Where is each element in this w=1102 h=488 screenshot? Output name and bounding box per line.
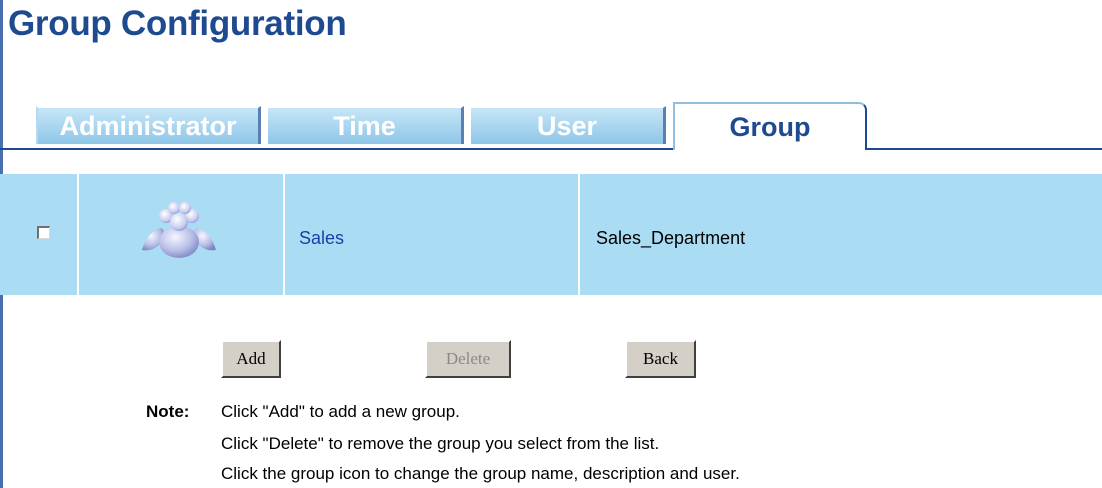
group-people-icon[interactable] — [138, 196, 220, 262]
back-button[interactable]: Back — [625, 340, 696, 378]
note-label: Note: — [146, 402, 190, 421]
tab-time[interactable]: Time — [266, 106, 464, 144]
cell-divider — [578, 174, 580, 295]
tab-underline — [0, 148, 1102, 150]
cell-divider — [283, 174, 285, 295]
cell-divider — [77, 174, 79, 295]
note-line: Click "Delete" to remove the group you s… — [221, 434, 660, 453]
group-name-link[interactable]: Sales — [299, 228, 344, 249]
tab-administrator[interactable]: Administrator — [36, 106, 261, 144]
tab-group[interactable]: Group — [673, 102, 867, 150]
delete-button[interactable]: Delete — [425, 340, 511, 378]
table-row: Sales Sales_Department — [0, 174, 1102, 295]
group-select-checkbox[interactable] — [37, 226, 50, 239]
note-line: Click the group icon to change the group… — [221, 464, 740, 483]
add-button[interactable]: Add — [221, 340, 281, 378]
tab-user[interactable]: User — [469, 106, 666, 144]
group-description: Sales_Department — [596, 228, 746, 248]
page-title: Group Configuration — [8, 4, 347, 43]
note-line: Click "Add" to add a new group. — [221, 402, 460, 421]
